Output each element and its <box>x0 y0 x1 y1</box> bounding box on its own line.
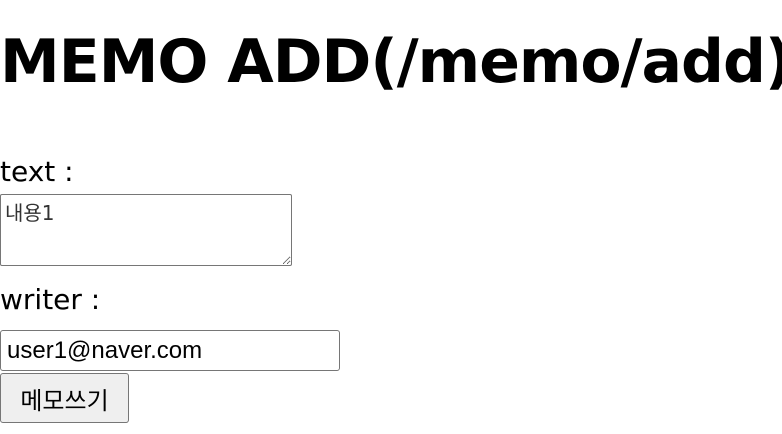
write-memo-button[interactable]: 메모쓰기 <box>0 373 129 423</box>
text-textarea[interactable]: 내용1 <box>0 194 292 266</box>
text-label: text : <box>0 155 74 188</box>
memo-add-page: MEMO ADD(/memo/add) text : 내용1 writer : … <box>0 0 782 434</box>
writer-label: writer : <box>0 283 101 316</box>
writer-input[interactable] <box>0 330 340 371</box>
page-title: MEMO ADD(/memo/add) <box>0 27 782 97</box>
